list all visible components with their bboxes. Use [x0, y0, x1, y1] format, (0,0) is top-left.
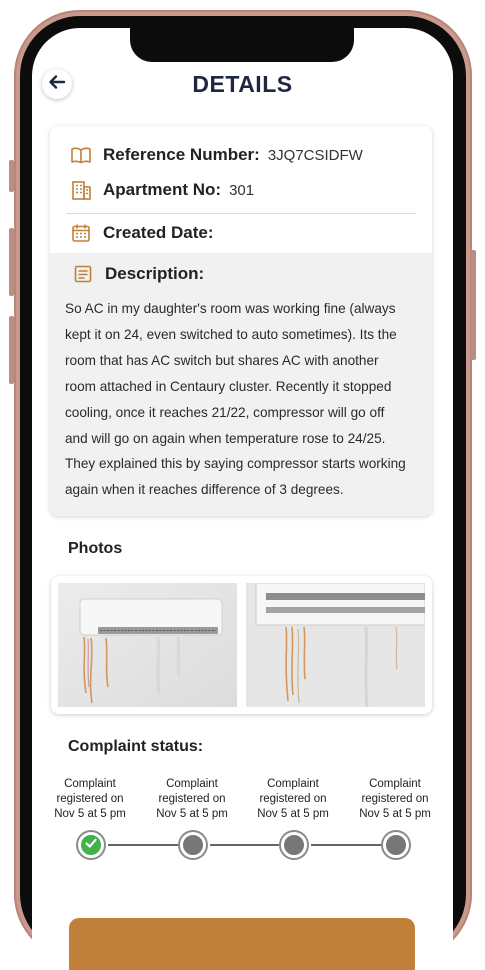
step-text-line: registered on — [56, 793, 124, 805]
description-line: again when it reaches difference of 3 de… — [65, 482, 344, 498]
step-text-line: registered on — [158, 793, 226, 805]
step-text-line: Complaint — [369, 778, 421, 790]
description-section: Description: So AC in my daughter's room… — [50, 253, 432, 516]
step-pending-indicator — [383, 832, 409, 858]
step-text: Complaint registered on Nov 5 at 5 pm — [144, 777, 240, 822]
step-pending-indicator — [281, 832, 307, 858]
calendar-icon — [70, 222, 92, 244]
phone-side-button — [471, 250, 476, 360]
step-text-line: registered on — [259, 793, 327, 805]
checkmark-icon — [84, 836, 98, 855]
status-step: Complaint registered on Nov 5 at 5 pm — [347, 777, 443, 822]
step-text-line: Nov 5 at 5 pm — [54, 808, 126, 820]
page-title: DETAILS — [192, 71, 293, 97]
step-connector — [210, 844, 285, 846]
photos-card — [51, 576, 432, 714]
screen: DETAILS Reference Number: 3JQ7CSIDFW Apa… — [32, 28, 453, 970]
description-line: and will go on again when temperature ro… — [65, 430, 386, 446]
status-step: Complaint registered on Nov 5 at 5 pm — [245, 777, 341, 822]
apartment-value: 301 — [229, 181, 255, 199]
step-connector — [108, 844, 184, 846]
description-line: cooling, once it reaches 21/22, compress… — [65, 404, 385, 420]
details-card: Reference Number: 3JQ7CSIDFW Apartment N… — [50, 126, 432, 516]
reference-label: Reference Number: — [103, 145, 260, 164]
status-tracker: Complaint registered on Nov 5 at 5 pm Co… — [32, 773, 453, 863]
bottom-action-button[interactable] — [69, 918, 415, 970]
description-line: room attached in Centaury cluster. Recen… — [65, 378, 392, 394]
description-line: room that has AC switch but shares AC wi… — [65, 352, 379, 368]
apartment-label: Apartment No: — [103, 180, 222, 199]
photo-thumbnail[interactable] — [246, 583, 425, 707]
description-line: So AC in my daughter's room was working … — [65, 301, 396, 316]
building-icon — [70, 179, 92, 201]
step-text-line: Complaint — [166, 778, 218, 790]
apartment-row: Apartment No: 301 — [70, 179, 254, 201]
step-done-indicator — [78, 832, 104, 858]
step-text-line: Nov 5 at 5 pm — [257, 808, 329, 820]
reference-row: Reference Number: 3JQ7CSIDFW — [70, 144, 363, 166]
status-step: Complaint registered on Nov 5 at 5 pm — [144, 777, 240, 822]
book-icon — [70, 144, 92, 166]
step-pending-indicator — [180, 832, 206, 858]
step-text-line: Complaint — [267, 778, 319, 790]
created-date-row: Created Date: — [70, 222, 214, 244]
description-line: kept it on 24, even switched to auto som… — [65, 326, 397, 342]
camera-notch — [130, 28, 354, 62]
photos-title: Photos — [68, 540, 123, 557]
phone-side-button — [9, 316, 14, 384]
description-label: Description: — [105, 264, 205, 283]
step-connector — [311, 844, 386, 846]
photo-thumbnail[interactable] — [58, 583, 237, 707]
reference-value: 3JQ7CSIDFW — [267, 146, 363, 164]
step-text-line: Complaint — [64, 778, 116, 790]
description-line: They explained this by saying compressor… — [65, 456, 406, 472]
phone-side-button — [9, 160, 14, 192]
step-text: Complaint registered on Nov 5 at 5 pm — [42, 777, 138, 822]
phone-side-button — [9, 228, 14, 296]
complaint-status-title: Complaint status: — [68, 738, 204, 755]
divider — [66, 213, 416, 214]
description-row: Description: — [72, 263, 204, 285]
step-text: Complaint registered on Nov 5 at 5 pm — [347, 777, 443, 822]
step-text: Complaint registered on Nov 5 at 5 pm — [245, 777, 341, 822]
step-text-line: Nov 5 at 5 pm — [156, 808, 228, 820]
description-text: So AC in my daughter's room was working … — [65, 296, 421, 503]
created-date-label: Created Date: — [103, 223, 214, 242]
status-step: Complaint registered on Nov 5 at 5 pm — [42, 777, 138, 822]
document-icon — [72, 263, 94, 285]
step-text-line: Nov 5 at 5 pm — [359, 808, 431, 820]
step-text-line: registered on — [361, 793, 429, 805]
